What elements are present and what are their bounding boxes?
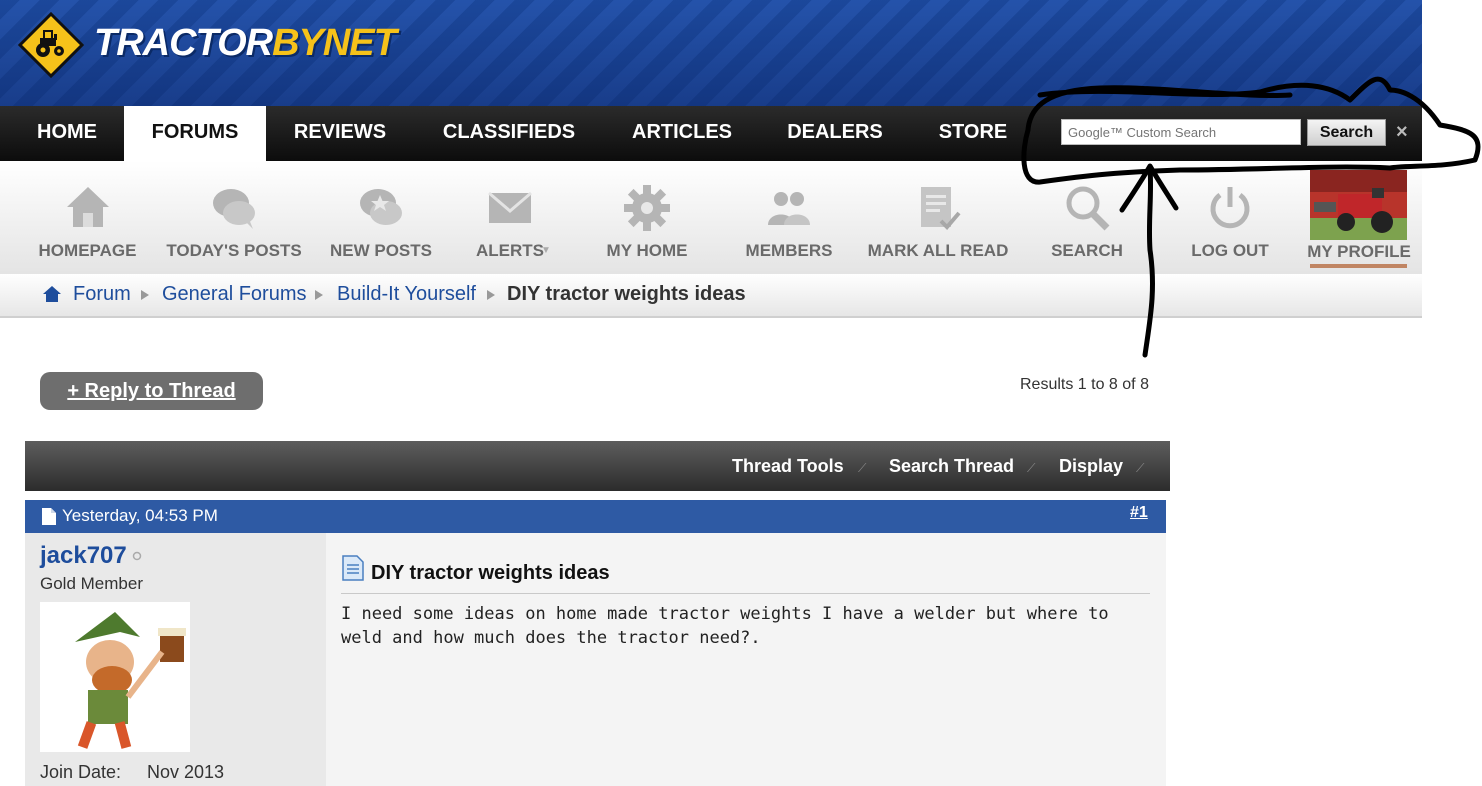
logo-wordmark: TRACTORBYNET <box>94 22 397 65</box>
results-count: Results 1 to 8 of 8 <box>1020 376 1149 393</box>
my-profile-link[interactable]: MY PROFILE <box>1303 242 1415 262</box>
search-input[interactable] <box>1062 120 1300 144</box>
toolbar-todays-posts[interactable]: TODAY'S POSTS <box>160 161 308 274</box>
offline-status-icon <box>132 551 142 561</box>
toolbar-log-out[interactable]: LOG OUT <box>1180 161 1280 274</box>
nav-articles[interactable]: ARTICLES <box>614 106 750 161</box>
house-icon <box>66 187 109 227</box>
nav-forums[interactable]: FORUMS <box>124 106 266 161</box>
dropdown-arrow-icon: ⟋ <box>1027 461 1036 475</box>
magnifier-icon <box>1066 186 1110 231</box>
nav-classifieds[interactable]: CLASSIFIEDS <box>424 106 594 161</box>
document-icon <box>42 508 56 525</box>
toolbar-label: MEMBERS <box>745 241 833 260</box>
search-button[interactable]: Search <box>1307 119 1386 146</box>
toolbar-alerts[interactable]: ALERTS ▼ <box>455 161 565 274</box>
reply-to-thread-button[interactable]: + Reply to Thread <box>40 372 263 410</box>
toolbar-mark-all-read[interactable]: MARK ALL READ <box>862 161 1014 274</box>
user-title: Gold Member <box>40 574 143 593</box>
post-date: Yesterday, 04:53 PM <box>62 506 218 525</box>
breadcrumb-arrow-icon <box>141 290 149 300</box>
site-logo[interactable]: TRACTORBYNET <box>18 8 397 82</box>
logo-word-tractor: TRACTOR <box>94 22 273 64</box>
toolbar-label: LOG OUT <box>1191 241 1269 260</box>
search-thread-menu[interactable]: Search Thread <box>889 456 1014 477</box>
avatar[interactable] <box>40 602 190 752</box>
header-banner: TRACTORBYNET <box>0 0 1422 106</box>
toolbar-homepage[interactable]: HOMEPAGE <box>30 161 145 274</box>
breadcrumb-build-it-yourself[interactable]: Build-It Yourself <box>337 283 476 306</box>
breadcrumb-arrow-icon <box>315 290 323 300</box>
tractor-logo-icon <box>18 12 84 78</box>
toolbar-label: NEW POSTS <box>329 241 432 260</box>
nav-home[interactable]: HOME <box>17 106 117 161</box>
toolbar-label: SEARCH <box>1051 241 1123 260</box>
logo-word-bynet: BYNET <box>272 22 397 64</box>
power-icon <box>1210 187 1250 229</box>
toolbar-members[interactable]: MEMBERS <box>734 161 844 274</box>
profile-tractor-image <box>1310 170 1407 240</box>
toolbar-label: MARK ALL READ <box>867 241 1009 260</box>
toolbar-my-home[interactable]: MY HOME <box>592 161 702 274</box>
breadcrumb-general-forums[interactable]: General Forums <box>162 283 307 306</box>
post-username[interactable]: jack707 <box>40 542 127 570</box>
toolbar-new-posts[interactable]: NEW POSTS <box>322 161 440 274</box>
toolbar-label: TODAY'S POSTS <box>166 241 302 260</box>
profile-underline <box>1310 264 1407 268</box>
nav-reviews[interactable]: REVIEWS <box>276 106 404 161</box>
dropdown-arrow-icon: ⟋ <box>858 461 867 475</box>
nav-store[interactable]: STORE <box>920 106 1026 161</box>
toolbar-search[interactable]: SEARCH <box>1040 161 1134 274</box>
breadcrumb-arrow-icon <box>487 290 495 300</box>
join-date-label: Join Date: <box>40 762 122 782</box>
nav-dealers[interactable]: DEALERS <box>770 106 900 161</box>
envelope-icon <box>488 191 532 223</box>
avatar-image <box>40 602 190 752</box>
join-date-value: Nov 2013 <box>147 762 225 782</box>
star-bubble-icon <box>360 189 402 225</box>
profile-photo[interactable] <box>1310 170 1407 240</box>
gear-icon <box>624 185 670 231</box>
display-menu[interactable]: Display <box>1059 456 1123 477</box>
breadcrumb-forum[interactable]: Forum <box>73 283 131 306</box>
toolbar-label: HOMEPAGE <box>38 241 137 260</box>
post-document-icon <box>342 555 364 581</box>
speech-bubbles-icon <box>213 189 255 229</box>
post-permalink[interactable]: #1 <box>1130 504 1148 522</box>
post-message: I need some ideas on home made tractor w… <box>341 604 1109 648</box>
post-divider <box>341 593 1150 594</box>
people-icon <box>768 192 810 225</box>
thread-tools-menu[interactable]: Thread Tools <box>732 456 844 477</box>
search-field[interactable] <box>1061 119 1301 145</box>
close-icon[interactable]: × <box>1396 121 1414 143</box>
breadcrumb-current: DIY tractor weights ideas <box>507 283 746 305</box>
document-check-icon <box>921 187 961 230</box>
dropdown-arrow-icon: ⟋ <box>1136 461 1145 475</box>
home-icon[interactable] <box>42 285 62 303</box>
chevron-down-icon: ▼ <box>541 245 551 256</box>
post-title: DIY tractor weights ideas <box>371 562 610 584</box>
toolbar-label: MY HOME <box>606 241 688 260</box>
